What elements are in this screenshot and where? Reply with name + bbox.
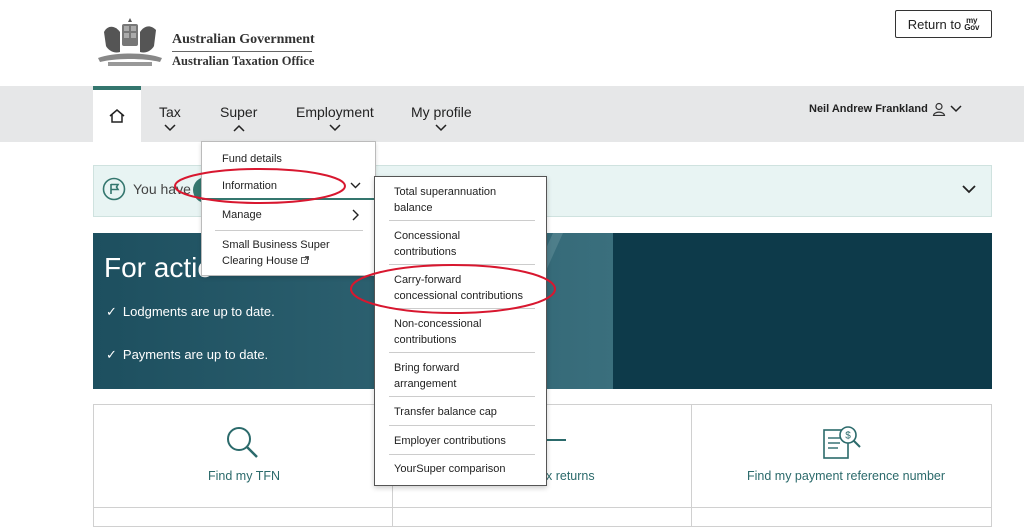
check-icon: ✓ (106, 304, 117, 319)
submenu-separator (389, 454, 535, 455)
nav-super-label: Super (220, 104, 258, 120)
annotation-circle-information (174, 168, 346, 204)
submenu-separator (389, 352, 535, 353)
tile-tax-returns[interactable]: x returns (546, 469, 595, 483)
menu-separator (215, 230, 363, 231)
nav-tax[interactable]: Tax (159, 104, 181, 132)
tile-row-divider (93, 507, 992, 508)
org-divider (172, 51, 312, 52)
external-link-icon (301, 256, 309, 264)
nav-tax-label: Tax (159, 104, 181, 120)
mygov-logo: my Gov (964, 17, 980, 32)
tile-payment-reference[interactable]: Find my payment reference number (747, 469, 945, 483)
nav-employment-label: Employment (296, 104, 374, 120)
chevron-down-icon (435, 124, 447, 132)
chevron-down-icon (950, 105, 962, 113)
lodgments-status: ✓ Lodgments are up to date. (106, 304, 275, 320)
nav-super[interactable]: Super (220, 104, 257, 132)
submenu-employer-contributions[interactable]: Employer contributions (394, 433, 544, 449)
submenu-total-super-balance[interactable]: Total superannuation balance (394, 184, 544, 216)
menu-manage[interactable]: Manage (222, 207, 262, 223)
nav-my-profile-label: My profile (411, 104, 472, 120)
chevron-up-icon (233, 124, 245, 132)
check-icon: ✓ (106, 347, 117, 362)
chevron-down-icon[interactable] (962, 184, 976, 194)
user-menu[interactable]: Neil Andrew Frankland (809, 102, 962, 116)
menu-sbs-clearing-house[interactable]: Small Business Super Clearing House (222, 237, 330, 269)
submenu-separator (389, 396, 535, 397)
home-icon (109, 109, 125, 123)
org-name-government: Australian Government (172, 32, 315, 47)
coat-of-arms-icon (98, 18, 162, 66)
return-label: Return to (907, 16, 962, 32)
chevron-down-icon (350, 182, 361, 189)
submenu-bring-forward[interactable]: Bring forward arrangement (394, 360, 544, 392)
action-panel-title: For actio (104, 252, 213, 283)
information-submenu: Total superannuation balance Concessiona… (374, 176, 547, 486)
chevron-down-icon (329, 124, 341, 132)
tile-divider (691, 404, 692, 527)
chevron-down-icon (164, 124, 176, 132)
ato-logo[interactable]: Australian Government Australian Taxatio… (94, 18, 324, 74)
org-name-ato: Australian Taxation Office (172, 54, 315, 68)
lodgments-status-text: Lodgments are up to date. (122, 304, 275, 319)
search-icon (227, 427, 258, 458)
submenu-concessional[interactable]: Concessional contributions (394, 228, 544, 260)
flag-icon (102, 177, 126, 201)
nav-home[interactable] (93, 86, 141, 142)
mygov-logo-bottom: Gov (964, 23, 980, 32)
annotation-circle-carry-forward (350, 264, 556, 314)
nav-my-profile[interactable]: My profile (411, 104, 472, 132)
super-dropdown-menu: Fund details Information Manage Small Bu… (201, 141, 376, 276)
return-to-mygov-button[interactable]: Return to my Gov (895, 10, 992, 38)
chevron-right-icon (352, 209, 359, 221)
svg-text:$: $ (845, 431, 851, 442)
submenu-separator (389, 220, 535, 221)
submenu-separator (389, 425, 535, 426)
payments-status-text: Payments are up to date. (122, 347, 269, 362)
tile-find-my-tfn[interactable]: Find my TFN (208, 469, 280, 483)
user-icon (932, 102, 945, 116)
submenu-non-concessional[interactable]: Non-concessional contributions (394, 316, 544, 348)
submenu-yoursuper-comparison[interactable]: YourSuper comparison (394, 461, 544, 477)
nav-employment[interactable]: Employment (296, 104, 374, 132)
user-name: Neil Andrew Frankland (809, 103, 928, 115)
payments-status: ✓ Payments are up to date. (106, 347, 268, 363)
submenu-transfer-balance-cap[interactable]: Transfer balance cap (394, 404, 544, 420)
document-search-icon: $ (823, 426, 861, 459)
menu-fund-details[interactable]: Fund details (222, 151, 282, 167)
